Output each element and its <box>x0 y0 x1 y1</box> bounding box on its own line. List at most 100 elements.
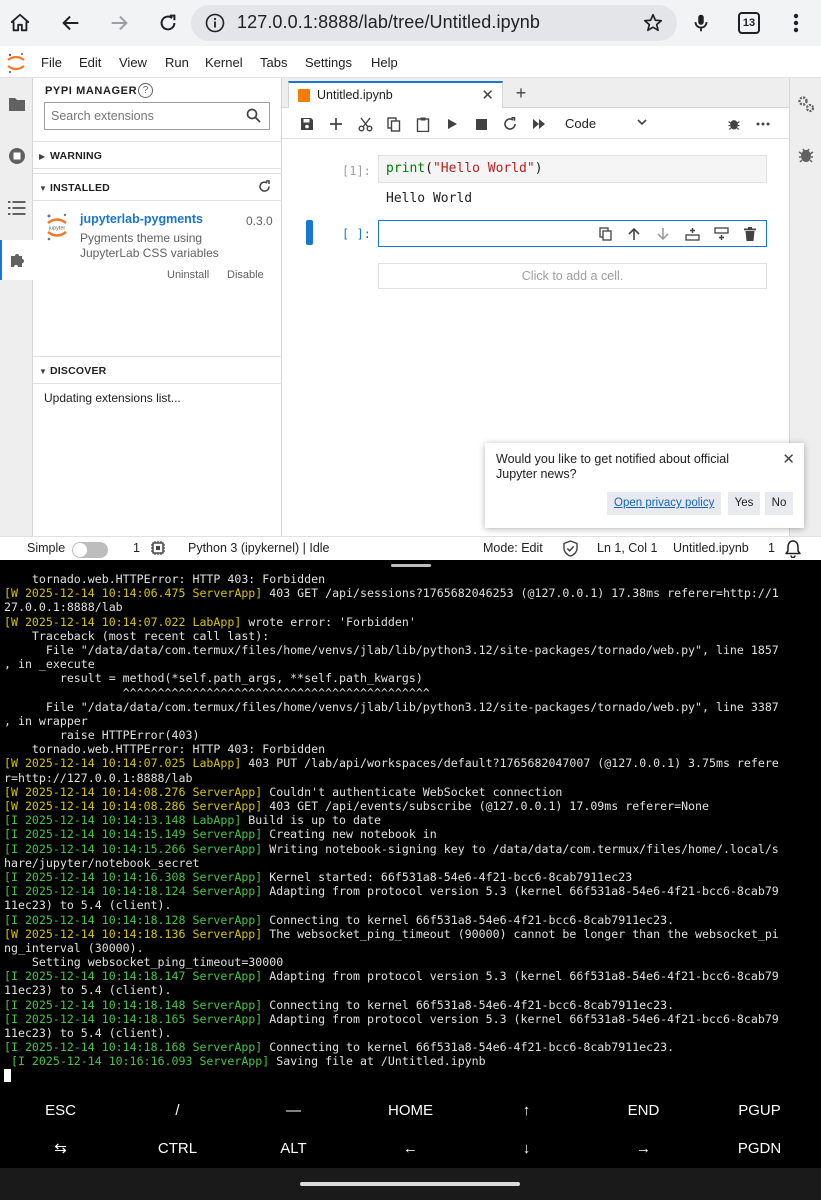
search-input[interactable] <box>51 104 241 128</box>
key-left[interactable]: ← <box>352 1130 469 1168</box>
kernel-debugger-bug-icon[interactable] <box>724 114 744 134</box>
notification-message: Would you like to get notified about off… <box>496 452 730 481</box>
chevron-down-icon[interactable] <box>636 115 648 133</box>
terminal-count[interactable]: 1 <box>133 541 140 555</box>
save-icon[interactable] <box>297 114 317 134</box>
simple-mode-toggle[interactable] <box>72 542 108 558</box>
kernel-status[interactable]: Python 3 (ipykernel) | Idle <box>188 541 330 555</box>
discover-section-header[interactable]: ▼ DISCOVER <box>33 356 282 384</box>
file-browser-folder-icon[interactable] <box>0 84 33 124</box>
menu-tabs[interactable]: Tabs <box>260 55 287 70</box>
duplicate-cell-icon[interactable] <box>596 225 614 243</box>
menu-edit[interactable]: Edit <box>79 55 101 70</box>
log-level-tag: [I 2025-12-14 10:14:18.128 ServerApp] <box>4 912 263 927</box>
delete-cell-trash-icon[interactable] <box>741 225 759 243</box>
debugger-bug-icon[interactable] <box>797 146 815 169</box>
current-filename: Untitled.ipynb <box>673 541 749 555</box>
address-bar[interactable]: 127.0.0.1:8888/lab/tree/Untitled.ipynb <box>191 5 677 41</box>
log-level-tag: [I 2025-12-14 10:14:13.148 LabApp] <box>4 813 242 828</box>
site-info-icon[interactable] <box>205 13 225 38</box>
key-pgdn[interactable]: PGDN <box>701 1130 818 1168</box>
gesture-handle[interactable] <box>300 1182 520 1186</box>
cut-scissors-icon[interactable] <box>355 114 375 134</box>
extension-manager-puzzle-icon[interactable] <box>0 240 33 280</box>
installed-section-header[interactable]: ▼ INSTALLED <box>33 173 282 201</box>
add-cell-placeholder[interactable]: Click to add a cell. <box>378 263 767 289</box>
url-text[interactable]: 127.0.0.1:8888/lab/tree/Untitled.ipynb <box>237 12 540 33</box>
log-level-tag: [I 2025-12-14 10:14:18.124 ServerApp] <box>4 884 263 899</box>
menu-settings[interactable]: Settings <box>305 55 352 70</box>
privacy-policy-button[interactable]: Open privacy policy <box>607 492 722 515</box>
cursor-position[interactable]: Ln 1, Col 1 <box>597 541 657 555</box>
property-inspector-gears-icon[interactable] <box>796 94 816 119</box>
key-home[interactable]: HOME <box>352 1092 469 1130</box>
key-end[interactable]: END <box>585 1092 702 1130</box>
terminal-line: Traceback (most recent call last): <box>4 629 819 643</box>
no-button[interactable]: No <box>765 492 793 515</box>
termux-terminal[interactable]: tornado.web.HTTPError: HTTP 403: Forbidd… <box>0 572 821 1092</box>
more-options-ellipsis-icon[interactable] <box>753 114 773 134</box>
insert-cell-above-icon[interactable] <box>683 225 701 243</box>
key-right[interactable]: → <box>585 1130 702 1168</box>
key-down[interactable]: ↓ <box>468 1130 585 1168</box>
help-icon[interactable]: ? <box>138 83 153 98</box>
log-level-tag: [I 2025-12-14 10:14:15.266 ServerApp] <box>4 841 263 856</box>
run-cell-play-icon[interactable] <box>442 114 462 134</box>
cell-type-select[interactable]: Code <box>565 116 596 131</box>
restart-run-all-fast-forward-icon[interactable] <box>529 114 549 134</box>
key-alt[interactable]: ALT <box>235 1130 352 1168</box>
menu-help[interactable]: Help <box>371 55 398 70</box>
log-level-tag: [W 2025-12-14 10:14:08.286 ServerApp] <box>4 799 263 813</box>
tab-untitled-notebook[interactable]: Untitled.ipynb ✕ <box>288 81 503 108</box>
new-tab-plus-icon[interactable]: + <box>508 81 534 107</box>
yes-button[interactable]: Yes <box>728 492 760 515</box>
disable-button[interactable]: Disable <box>227 269 264 281</box>
menu-kernel[interactable]: Kernel <box>205 55 243 70</box>
move-up-arrow-icon[interactable] <box>625 225 643 243</box>
code-cell-input[interactable]: print("Hello World") <box>378 155 767 183</box>
menu-file[interactable]: File <box>41 55 62 70</box>
copy-icon[interactable] <box>384 114 404 134</box>
close-icon[interactable]: ✕ <box>782 450 795 468</box>
table-of-contents-icon[interactable] <box>0 188 33 228</box>
notification-count[interactable]: 1 <box>768 541 775 555</box>
extension-name-link[interactable]: jupyterlab-pygments <box>80 212 203 226</box>
log-message: Creating new notebook in <box>262 827 437 842</box>
microphone-icon[interactable] <box>685 7 717 39</box>
forward-arrow-icon[interactable] <box>103 7 135 39</box>
insert-cell-below-icon[interactable] <box>712 225 730 243</box>
key-up[interactable]: ↑ <box>468 1092 585 1130</box>
key-esc[interactable]: ESC <box>2 1092 119 1130</box>
menu-run[interactable]: Run <box>165 55 189 70</box>
search-icon[interactable] <box>246 108 261 128</box>
home-icon[interactable] <box>4 7 36 39</box>
key-pgup[interactable]: PGUP <box>701 1092 818 1130</box>
warning-section-header[interactable]: ▶ WARNING <box>33 141 282 169</box>
uninstall-button[interactable]: Uninstall <box>167 269 209 281</box>
split-screen-divider[interactable] <box>0 560 821 572</box>
key-dash[interactable]: — <box>235 1092 352 1130</box>
paste-clipboard-icon[interactable] <box>413 114 433 134</box>
move-down-arrow-icon[interactable] <box>654 225 672 243</box>
close-icon[interactable]: ✕ <box>481 86 494 104</box>
insert-cell-plus-icon[interactable] <box>326 114 346 134</box>
running-kernels-icon[interactable] <box>0 136 33 176</box>
log-message: 27.0.0.1:8888/lab <box>4 600 123 615</box>
tab-switcher-button[interactable]: 13 <box>738 12 760 34</box>
restart-kernel-icon[interactable] <box>500 114 520 134</box>
more-menu-icon[interactable] <box>780 7 812 39</box>
reload-icon[interactable] <box>152 7 184 39</box>
interrupt-kernel-stop-icon[interactable] <box>471 114 491 134</box>
key-ctrl[interactable]: CTRL <box>119 1130 236 1168</box>
key-slash[interactable]: / <box>119 1092 236 1130</box>
key-tab[interactable]: ⇆ <box>2 1130 119 1168</box>
menu-view[interactable]: View <box>119 55 147 70</box>
divider-handle[interactable] <box>391 564 431 567</box>
notification-bell-icon[interactable] <box>784 539 802 561</box>
bookmark-star-icon[interactable] <box>637 7 669 39</box>
code-cell-input[interactable] <box>378 220 767 247</box>
kernel-gear-icon[interactable] <box>150 540 166 559</box>
panel-title: PYPI MANAGER <box>45 85 138 97</box>
refresh-icon[interactable] <box>258 180 271 198</box>
back-arrow-icon[interactable] <box>55 7 87 39</box>
